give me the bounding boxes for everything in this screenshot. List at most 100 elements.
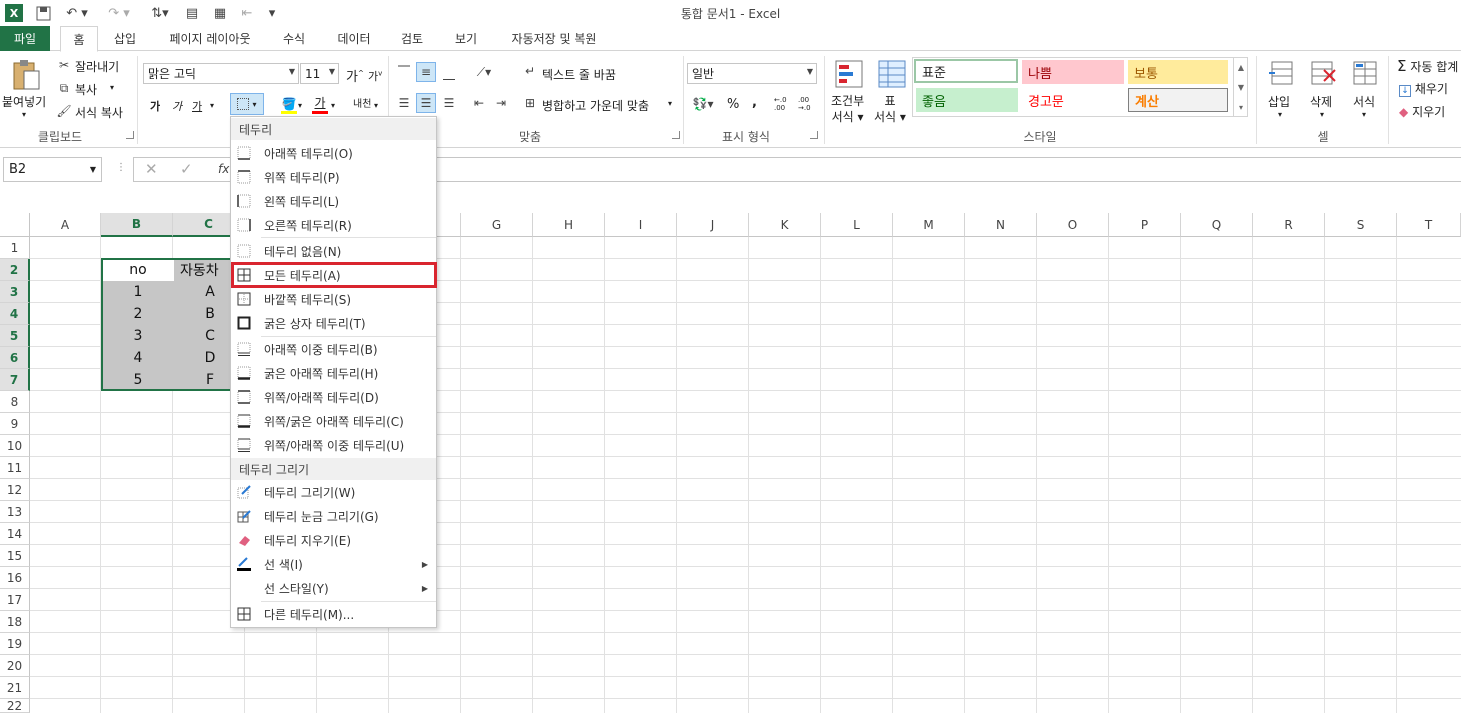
insert-dropdown-icon[interactable]: ▾ [1278,110,1282,119]
row-header-16[interactable]: 16 [0,567,30,589]
italic-button[interactable]: 가 [172,98,182,114]
tab-formulas[interactable]: 수식 [272,26,316,51]
paste-button[interactable]: 붙여넣기 [2,93,46,110]
style-normal[interactable]: 표준 [914,59,1018,83]
menu-item-thick-bottom-border[interactable]: 굵은 아래쪽 테두리(H) [231,361,436,385]
cell-b3[interactable]: 1 [102,281,174,303]
table-format-button[interactable]: 표 서식 ▾ [874,93,906,125]
menu-item-no-border[interactable]: 테두리 없음(N) [231,239,436,263]
accounting-icon[interactable]: 💱▾ [688,94,718,114]
menu-item-all-borders[interactable]: 모든 테두리(A) [231,262,437,288]
style-neutral[interactable]: 보통 [1128,60,1228,84]
bold-button[interactable]: 가 [150,98,160,114]
tab-insert[interactable]: 삽입 [104,26,146,51]
menu-item-draw-border[interactable]: 테두리 그리기(W) [231,480,436,504]
column-header-q[interactable]: Q [1181,213,1253,237]
increase-indent-icon[interactable]: ⇥ [492,94,510,112]
menu-item-erase-border[interactable]: 테두리 지우기(E) [231,528,436,552]
menu-item-top-double-bottom-border[interactable]: 위쪽/아래쪽 이중 테두리(U) [231,433,436,457]
row-header-10[interactable]: 10 [0,435,30,457]
tab-review[interactable]: 검토 [390,26,434,51]
phonetic-button[interactable]: 내천 [353,95,371,110]
column-header-s[interactable]: S [1325,213,1397,237]
tab-data[interactable]: 데이터 [326,26,382,51]
underline-dropdown-icon[interactable]: ▾ [210,101,214,110]
conditional-format-button[interactable]: 조건부 서식 ▾ [831,93,864,125]
cell-c2[interactable]: 자동차 [174,259,234,281]
row-header-13[interactable]: 13 [0,501,30,523]
tab-file[interactable]: 파일 [0,26,50,51]
row-header-19[interactable]: 19 [0,633,30,655]
menu-item-top-thick-bottom-border[interactable]: 위쪽/굵은 아래쪽 테두리(C) [231,409,436,433]
menu-item-top-bottom-border[interactable]: 위쪽/아래쪽 테두리(D) [231,385,436,409]
format-painter-button[interactable]: 서식 복사 [75,104,123,121]
menu-item-line-color[interactable]: 선 색(I) ▶ [231,552,436,576]
decrease-decimal-button[interactable]: .00 →.0 [798,96,818,112]
row-header-15[interactable]: 15 [0,545,30,567]
row-header-11[interactable]: 11 [0,457,30,479]
align-right-icon[interactable]: ☰ [440,94,458,112]
grow-font-button[interactable]: 가^ [346,66,364,85]
cell-b2[interactable]: no [102,259,174,281]
underline-button[interactable]: 가 [192,98,202,114]
column-header-i[interactable]: I [605,213,677,237]
font-color-button[interactable]: 가 [312,94,328,114]
tab-home[interactable]: 홈 [60,26,98,52]
increase-decimal-button[interactable]: ←.0 .00 [774,96,794,112]
column-header-g[interactable]: G [461,213,533,237]
cell-b4[interactable]: 2 [102,303,174,325]
clipboard-launcher[interactable] [126,131,134,139]
format-dropdown-icon[interactable]: ▾ [1362,110,1366,119]
row-header-8[interactable]: 8 [0,391,30,413]
column-header-r[interactable]: R [1253,213,1325,237]
font-color-dropdown-icon[interactable]: ▾ [331,101,335,110]
row-header-18[interactable]: 18 [0,611,30,633]
merge-dropdown-icon[interactable]: ▾ [668,99,672,108]
insert-cells-button[interactable]: 삽입 [1268,93,1290,110]
row-header-12[interactable]: 12 [0,479,30,501]
copy-dropdown-icon[interactable]: ▾ [110,83,114,92]
align-left-icon[interactable]: ☰ [395,94,413,112]
scroll-up-icon[interactable]: ▲ [1238,63,1244,72]
menu-item-outside-borders[interactable]: 바깥쪽 테두리(S) [231,287,436,311]
name-box[interactable]: B2 ▼ [3,157,102,182]
wrap-text-button[interactable]: 텍스트 줄 바꿈 [542,66,616,83]
cell-b7[interactable]: 5 [102,369,174,391]
row-header-5[interactable]: 5 [0,325,30,347]
fill-dropdown-icon[interactable]: ▾ [298,101,302,110]
delete-cells-button[interactable]: 삭제 [1310,93,1332,110]
align-middle-icon[interactable]: ≡ [416,62,436,82]
row-header-4[interactable]: 4 [0,303,30,325]
tab-view[interactable]: 보기 [444,26,488,51]
menu-item-left-border[interactable]: 왼쪽 테두리(L) [231,189,436,213]
menu-item-bottom-double-border[interactable]: 아래쪽 이중 테두리(B) [231,337,436,361]
column-header-h[interactable]: H [533,213,605,237]
cell-b6[interactable]: 4 [102,347,174,369]
menu-item-bottom-border[interactable]: 아래쪽 테두리(O) [231,141,436,165]
menu-item-more-borders[interactable]: 다른 테두리(M)... [231,602,436,626]
column-header-l[interactable]: L [821,213,893,237]
row-header-1[interactable]: 1 [0,237,30,259]
border-button[interactable]: ▾ [230,93,264,115]
column-header-j[interactable]: J [677,213,749,237]
row-header-6[interactable]: 6 [0,347,30,369]
column-header-b[interactable]: B [101,213,173,237]
row-header-21[interactable]: 21 [0,677,30,699]
fill-button[interactable]: ↓ 채우기 [1399,80,1448,97]
column-header-p[interactable]: P [1109,213,1181,237]
tab-page-layout[interactable]: 페이지 레이아웃 [154,26,266,51]
column-header-m[interactable]: M [893,213,965,237]
menu-item-line-style[interactable]: 선 스타일(Y) ▶ [231,576,436,600]
column-header-n[interactable]: N [965,213,1037,237]
menu-item-top-border[interactable]: 위쪽 테두리(P) [231,165,436,189]
cell-b5[interactable]: 3 [102,325,174,347]
row-header-7[interactable]: 7 [0,369,30,391]
align-bottom-icon[interactable]: ⎽ [440,64,458,82]
autosum-button[interactable]: Σ 자동 합계 [1397,57,1458,75]
align-center-icon[interactable]: ☰ [416,93,436,113]
row-header-20[interactable]: 20 [0,655,30,677]
percent-button[interactable]: % [727,97,739,112]
row-header-9[interactable]: 9 [0,413,30,435]
tab-autosave[interactable]: 자동저장 및 복원 [498,26,610,51]
column-header-k[interactable]: K [749,213,821,237]
